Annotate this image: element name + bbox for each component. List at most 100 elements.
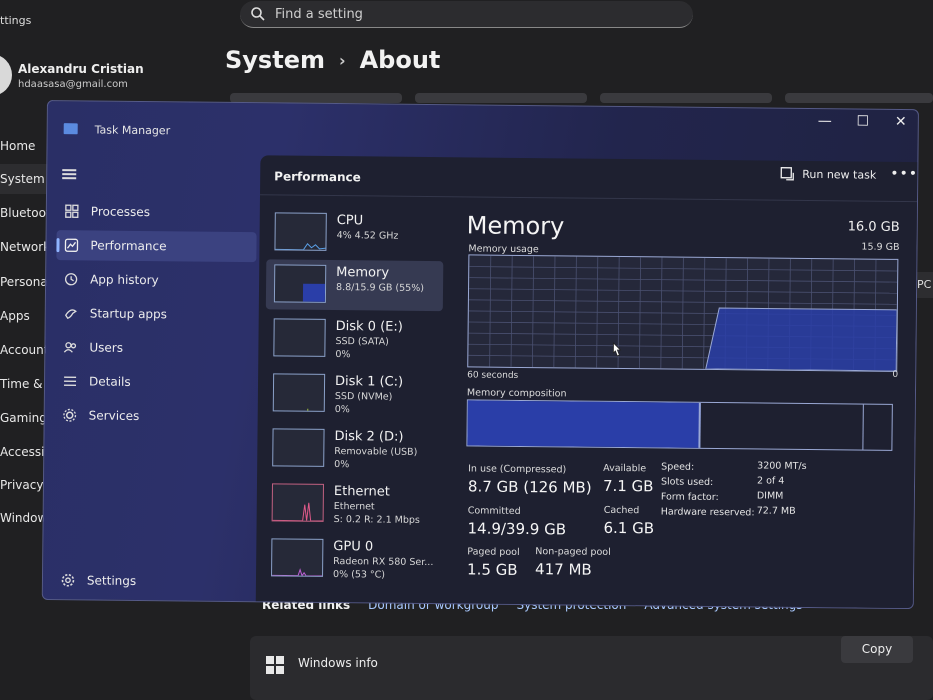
- gear-icon: [61, 573, 75, 587]
- slots-used-label: Slots used:: [660, 476, 714, 488]
- task-manager-title: Task Manager: [94, 123, 171, 138]
- tm-nav-performance[interactable]: Performance: [56, 230, 257, 263]
- tm-nav-label: Details: [88, 374, 131, 389]
- run-new-task-label: Run new task: [802, 167, 877, 182]
- device-name: Memory: [336, 265, 390, 281]
- about-card[interactable]: [415, 93, 587, 103]
- about-card[interactable]: [785, 93, 933, 103]
- paged-pool-label: Paged pool: [467, 546, 520, 558]
- close-button[interactable]: ✕: [882, 110, 919, 138]
- search-icon: [251, 7, 265, 21]
- tm-nav-label: Performance: [90, 238, 167, 254]
- form-factor-value: DIMM: [756, 490, 784, 502]
- tm-settings-label: Settings: [86, 573, 137, 588]
- tm-nav-users[interactable]: Users: [55, 332, 255, 364]
- gpu-thumbnail-graph: [271, 538, 324, 577]
- app-history-icon: [64, 273, 78, 286]
- run-task-icon: [780, 167, 794, 181]
- device-name: Ethernet: [333, 484, 390, 500]
- device-usage: 0%: [334, 404, 350, 416]
- memory-usage-max: 15.9 GB: [861, 241, 900, 253]
- device-memory[interactable]: Memory 8.8/15.9 GB (55%): [265, 259, 444, 312]
- about-card[interactable]: [600, 93, 772, 103]
- memory-title: Memory: [466, 211, 565, 241]
- more-options-icon[interactable]: •••: [890, 166, 918, 182]
- device-disk-2[interactable]: Disk 2 (D:) Removable (USB) 0%: [264, 423, 442, 475]
- device-subtitle: SSD (NVMe): [334, 391, 393, 403]
- mouse-cursor-icon: [612, 341, 622, 357]
- services-icon: [63, 408, 77, 422]
- tm-nav-services[interactable]: Services: [55, 400, 255, 432]
- device-subtitle: Removable (USB): [334, 446, 418, 458]
- disk-thumbnail-graph: [272, 428, 325, 467]
- details-icon: [64, 376, 77, 386]
- device-gpu-0[interactable]: GPU 0 Radeon RX 580 Ser... 0% (53 °C): [263, 533, 441, 585]
- device-subtitle: Radeon RX 580 Ser...: [333, 556, 434, 569]
- task-manager-window: Task Manager — ☐ ✕ Processes Performance…: [41, 100, 919, 610]
- device-name: Disk 1 (C:): [334, 374, 404, 390]
- form-factor-label: Form factor:: [660, 491, 719, 504]
- memory-total: 16.0 GB: [847, 219, 900, 235]
- settings-search-box[interactable]: Find a setting: [240, 1, 693, 28]
- copy-button[interactable]: Copy: [841, 636, 913, 663]
- graph-axis-left: 60 seconds: [467, 370, 519, 381]
- hardware-reserved-value: 72.7 MB: [756, 505, 796, 517]
- tm-nav-processes[interactable]: Processes: [57, 196, 257, 228]
- windows-logo-icon: [266, 656, 284, 674]
- pane-title: Performance: [274, 169, 361, 185]
- device-ethernet[interactable]: Ethernet Ethernet S: 0.2 R: 2.1 Mbps: [264, 478, 442, 530]
- disk-thumbnail-graph: [272, 373, 326, 412]
- non-paged-pool-value: 417 MB: [535, 560, 592, 579]
- available-value: 7.1 GB: [602, 476, 654, 496]
- user-email: hdaasasa@gmail.com: [18, 79, 128, 90]
- tm-nav-app-history[interactable]: App history: [56, 264, 256, 296]
- device-name: GPU 0: [333, 539, 374, 555]
- device-disk-0[interactable]: Disk 0 (E:) SSD (SATA) 0%: [265, 313, 443, 365]
- breadcrumb-system[interactable]: System: [225, 46, 325, 74]
- cpu-thumbnail-graph: [274, 212, 327, 251]
- tm-nav-label: Processes: [90, 204, 151, 220]
- memory-composition-label: Memory composition: [466, 387, 567, 400]
- startup-apps-icon: [64, 309, 77, 319]
- device-name: Disk 0 (E:): [335, 319, 403, 335]
- available-label: Available: [603, 462, 647, 475]
- committed-value: 14.9/39.9 GB: [467, 519, 567, 539]
- in-use-value: 8.7 GB (126 MB): [467, 477, 592, 497]
- run-new-task-button[interactable]: Run new task: [780, 167, 876, 182]
- page-title: About: [359, 46, 441, 74]
- tm-nav-label: Startup apps: [89, 306, 168, 322]
- minimize-button[interactable]: —: [806, 109, 844, 137]
- windows-info-title: Windows info: [298, 656, 378, 670]
- performance-pane: Performance Run new task ••• CPU 4% 4.52…: [255, 155, 919, 610]
- device-usage: S: 0.2 R: 2.1 Mbps: [333, 514, 420, 526]
- disk-thumbnail-graph: [273, 318, 326, 357]
- tm-settings-button[interactable]: Settings: [61, 573, 136, 588]
- pane-header: Performance Run new task •••: [260, 155, 919, 203]
- speed-label: Speed:: [661, 461, 695, 473]
- slots-used-value: 2 of 4: [756, 475, 785, 487]
- in-use-label: In use (Compressed): [468, 463, 567, 476]
- hamburger-menu-icon[interactable]: [62, 169, 77, 180]
- breadcrumb-chevron-icon: ›: [338, 50, 346, 70]
- avatar[interactable]: [0, 54, 12, 96]
- memory-composition-bar: [466, 399, 893, 451]
- memory-usage-graph: [467, 254, 899, 372]
- device-name: CPU: [336, 213, 364, 229]
- memory-thumbnail-graph: [273, 264, 327, 303]
- task-manager-app-icon: [63, 123, 78, 135]
- performance-icon: [64, 238, 79, 252]
- device-disk-1[interactable]: Disk 1 (C:) SSD (NVMe) 0%: [265, 368, 443, 420]
- memory-usage-svg: [468, 255, 898, 372]
- speed-value: 3200 MT/s: [757, 460, 807, 472]
- device-subtitle: 8.8/15.9 GB (55%): [335, 282, 425, 294]
- maximize-button[interactable]: ☐: [844, 109, 882, 137]
- tm-nav-details[interactable]: Details: [55, 366, 255, 398]
- windows-info-section[interactable]: Windows info Copy: [250, 636, 933, 700]
- device-usage: 0%: [334, 459, 350, 471]
- committed-label: Committed: [467, 505, 521, 517]
- device-cpu[interactable]: CPU 4% 4.52 GHz: [266, 207, 444, 259]
- composition-standby: [702, 402, 865, 450]
- ethernet-thumbnail-graph: [271, 483, 324, 522]
- tm-nav-startup-apps[interactable]: Startup apps: [56, 298, 256, 330]
- settings-app-title: ttings: [0, 14, 32, 27]
